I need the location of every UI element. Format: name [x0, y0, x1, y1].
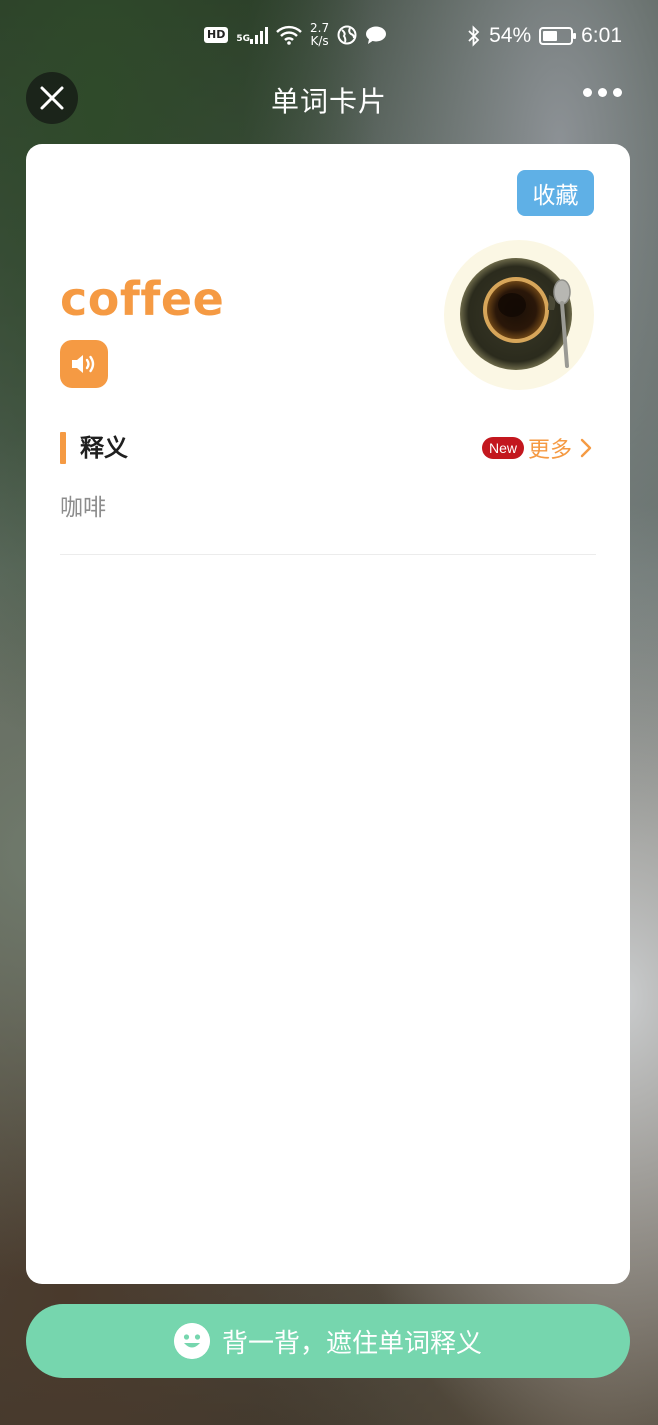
- coffee-cup-image: [460, 258, 572, 370]
- status-left-group: HD 5G 2.7 K/s: [204, 22, 387, 48]
- globe-icon: [337, 25, 357, 45]
- network-type: 5G: [236, 34, 250, 44]
- word-card: 收藏 coffee 释义 New 更多 咖啡: [26, 144, 630, 1284]
- section-accent-bar: [60, 432, 66, 464]
- speed-unit: K/s: [310, 34, 329, 48]
- bluetooth-icon: [468, 25, 480, 47]
- status-bar: HD 5G 2.7 K/s 54% 6:01: [0, 0, 658, 72]
- divider: [60, 554, 596, 555]
- battery-icon: [539, 27, 577, 45]
- signal-bars: [250, 26, 268, 44]
- recite-label: 背一背，遮住单词释义: [221, 1328, 482, 1359]
- new-badge: New: [481, 437, 524, 459]
- recite-button[interactable]: 背一背，遮住单词释义: [26, 1304, 630, 1378]
- battery-percent: 54%: [489, 24, 532, 47]
- clock: 6:01: [581, 24, 622, 47]
- definition-text: 咖啡: [60, 495, 106, 521]
- more-dots-icon: [583, 88, 592, 97]
- wifi-icon: [276, 25, 302, 45]
- battery-fill: [543, 31, 558, 41]
- smile-icon: [173, 1323, 210, 1359]
- status-right-group: 54% 6:01: [467, 24, 622, 48]
- word-text: coffee: [60, 272, 225, 326]
- more-label: 更多: [527, 438, 572, 463]
- word-illustration: [444, 240, 594, 390]
- message-icon: [366, 26, 387, 44]
- network-speed: 2.7 K/s: [310, 22, 329, 48]
- hd-badge: HD: [204, 27, 229, 43]
- page-title: 单词卡片: [270, 85, 387, 118]
- favorite-button[interactable]: 收藏: [517, 170, 594, 216]
- speaker-icon: [72, 355, 95, 373]
- more-definitions-link[interactable]: New 更多: [481, 432, 596, 464]
- signal-icon: 5G: [236, 26, 268, 44]
- section-title: 释义: [80, 434, 128, 462]
- speed-value: 2.7: [310, 21, 330, 35]
- pronounce-button[interactable]: [60, 340, 108, 388]
- definition-section-header: 释义 New 更多: [60, 432, 596, 464]
- more-options-button[interactable]: [583, 88, 622, 97]
- chevron-right-icon: [580, 438, 592, 458]
